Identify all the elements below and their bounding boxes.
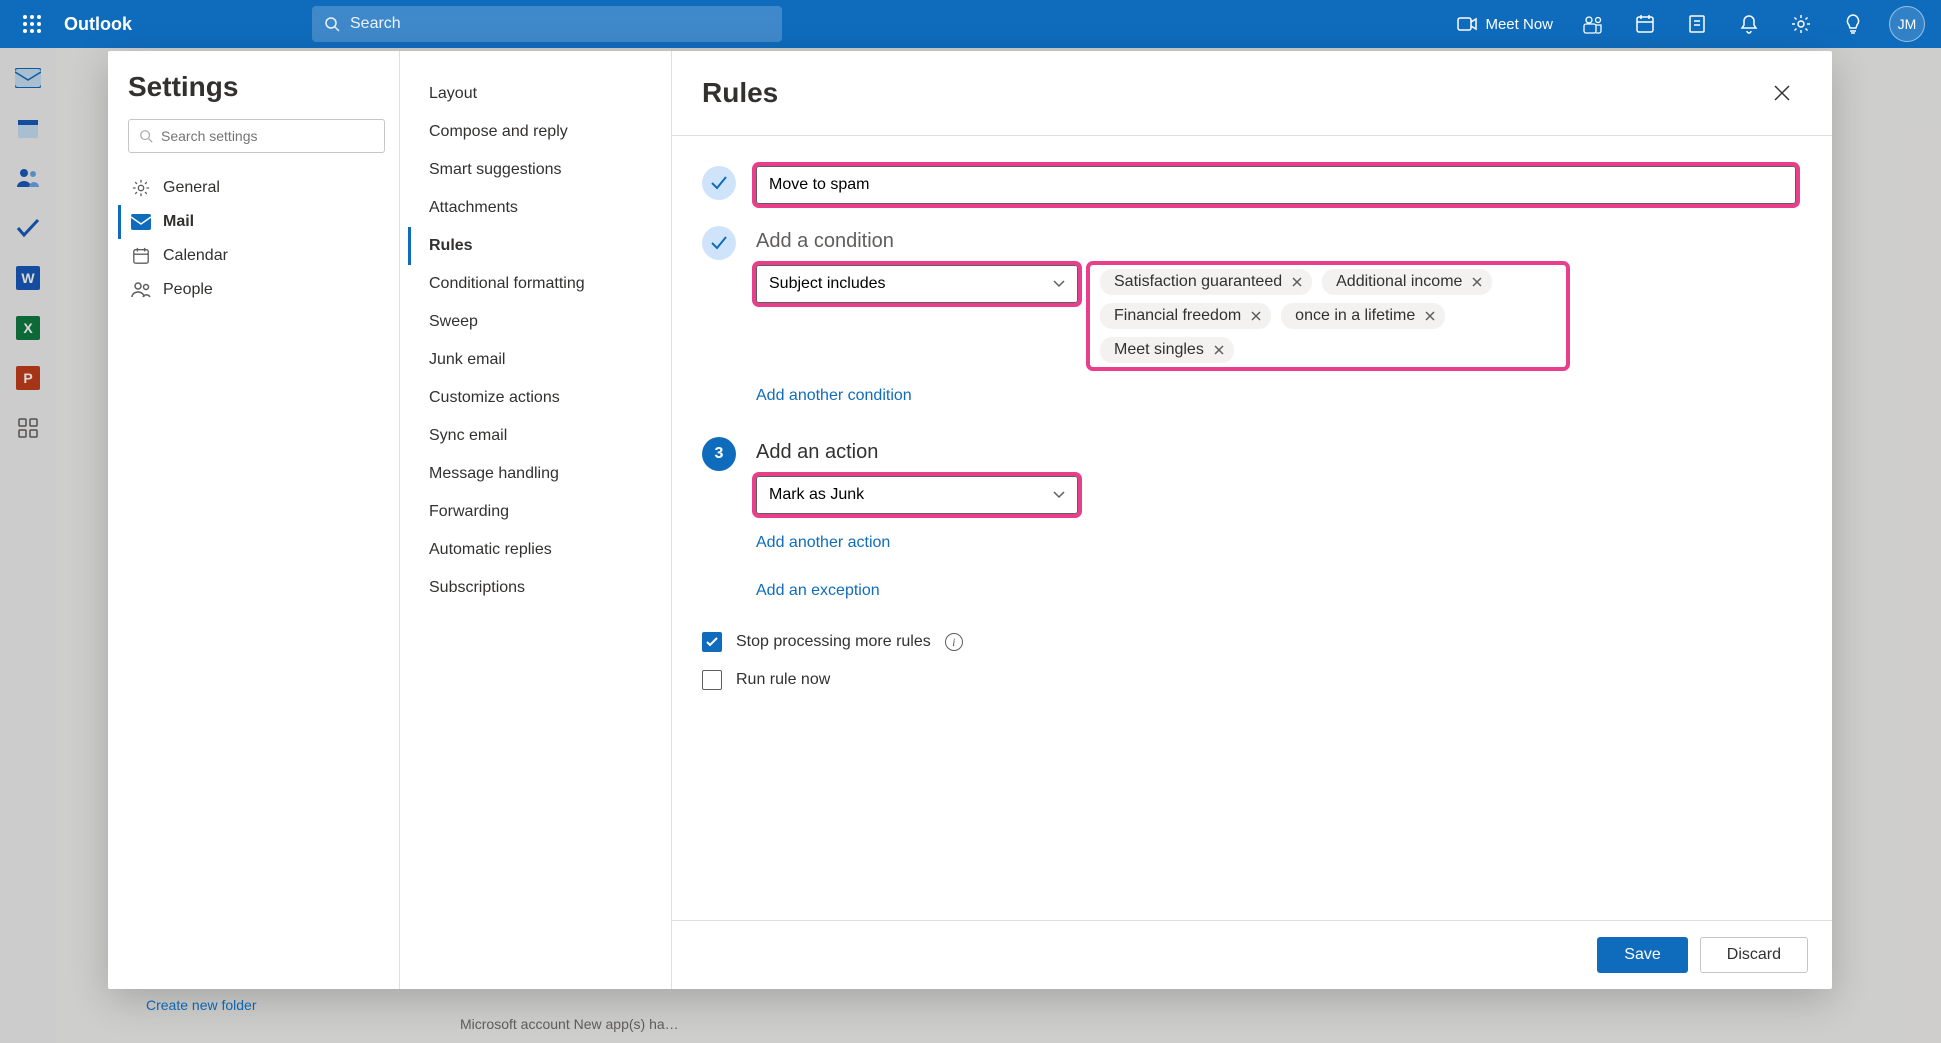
subcat-forwarding[interactable]: Forwarding [408, 493, 663, 531]
people-icon [131, 282, 151, 298]
bell-icon[interactable] [1725, 0, 1773, 48]
settings-search-input[interactable] [161, 128, 374, 144]
stop-processing-checkbox[interactable] [702, 632, 722, 652]
app-name: Outlook [64, 14, 132, 35]
subcat-layout[interactable]: Layout [408, 75, 663, 113]
save-button[interactable]: Save [1597, 937, 1687, 973]
settings-subcategories: Layout Compose and reply Smart suggestio… [400, 51, 672, 989]
check-icon [711, 236, 727, 250]
avatar[interactable]: JM [1889, 6, 1925, 42]
condition-dropdown[interactable]: Subject includes [756, 265, 1078, 303]
category-calendar[interactable]: Calendar [118, 239, 385, 273]
subcat-message-handling[interactable]: Message handling [408, 455, 663, 493]
chip-remove[interactable] [1251, 311, 1261, 321]
mail-icon [131, 214, 151, 230]
category-people[interactable]: People [118, 273, 385, 307]
settings-search[interactable] [128, 119, 385, 153]
rule-step-2: Add a condition Subject includes Satisfa… [702, 226, 1796, 409]
search-icon [324, 16, 340, 32]
calendar-icon [131, 247, 151, 265]
gear-icon [131, 179, 151, 197]
bg-snippet: Microsoft account New app(s) ha… [460, 1015, 679, 1035]
step3-title: Add an action [756, 437, 1796, 464]
panel-title: Rules [702, 77, 778, 109]
chip: Meet singles [1100, 337, 1234, 363]
subcat-sweep[interactable]: Sweep [408, 303, 663, 341]
add-action-link[interactable]: Add another action [756, 530, 890, 556]
subcat-customize-actions[interactable]: Customize actions [408, 379, 663, 417]
check-icon [706, 637, 718, 647]
settings-modal: Settings General Mail Calendar People La… [108, 51, 1832, 989]
panel-footer: Save Discard [672, 920, 1832, 989]
subcat-subscriptions[interactable]: Subscriptions [408, 569, 663, 607]
search-input[interactable] [350, 15, 770, 33]
subcat-smart-suggestions[interactable]: Smart suggestions [408, 151, 663, 189]
settings-header-icon[interactable] [1777, 0, 1825, 48]
lightbulb-icon[interactable] [1829, 0, 1877, 48]
chip: Satisfaction guaranteed [1100, 269, 1312, 295]
check-icon [711, 176, 727, 190]
meet-now-label: Meet Now [1485, 16, 1553, 33]
condition-value: Subject includes [769, 275, 886, 293]
teams-icon[interactable] [1569, 0, 1617, 48]
app-launcher[interactable] [8, 0, 56, 48]
chip: Financial freedom [1100, 303, 1271, 329]
action-dropdown[interactable]: Mark as Junk [756, 476, 1078, 514]
subcat-attachments[interactable]: Attachments [408, 189, 663, 227]
chevron-down-icon [1053, 491, 1065, 499]
chip-remove[interactable] [1292, 277, 1302, 287]
stop-processing-row: Stop processing more rules i [702, 632, 1796, 652]
search-icon [139, 129, 153, 143]
chip: Additional income [1322, 269, 1492, 295]
subcat-junk-email[interactable]: Junk email [408, 341, 663, 379]
run-now-checkbox[interactable] [702, 670, 722, 690]
chip-remove[interactable] [1214, 345, 1224, 355]
close-icon [1774, 85, 1790, 101]
subcat-conditional-formatting[interactable]: Conditional formatting [408, 265, 663, 303]
notes-icon[interactable] [1673, 0, 1721, 48]
action-value: Mark as Junk [769, 486, 864, 504]
settings-title: Settings [128, 71, 385, 103]
close-button[interactable] [1762, 73, 1802, 113]
settings-panel: Rules [672, 51, 1832, 989]
subcat-rules[interactable]: Rules [408, 227, 663, 265]
chevron-down-icon [1053, 280, 1065, 288]
category-label: Calendar [163, 247, 228, 265]
subcat-sync-email[interactable]: Sync email [408, 417, 663, 455]
app-header: Outlook Meet Now JM [0, 0, 1941, 48]
category-label: Mail [163, 213, 194, 231]
subcat-compose[interactable]: Compose and reply [408, 113, 663, 151]
rule-step-1 [702, 166, 1796, 204]
condition-chips[interactable]: Satisfaction guaranteed Additional incom… [1090, 265, 1566, 367]
discard-button[interactable]: Discard [1700, 937, 1808, 973]
chip-remove[interactable] [1472, 277, 1482, 287]
category-label: People [163, 281, 213, 299]
run-now-row: Run rule now [702, 670, 1796, 690]
search-box[interactable] [312, 6, 782, 42]
chip-remove[interactable] [1425, 311, 1435, 321]
step-badge-done [702, 166, 736, 200]
stop-processing-label: Stop processing more rules [736, 633, 931, 651]
step-badge-done [702, 226, 736, 260]
meet-now-button[interactable]: Meet Now [1445, 16, 1565, 33]
info-icon[interactable]: i [945, 633, 963, 651]
step-badge-number: 3 [702, 437, 736, 471]
chip: once in a lifetime [1281, 303, 1445, 329]
run-now-label: Run rule now [736, 671, 830, 689]
subcat-automatic-replies[interactable]: Automatic replies [408, 531, 663, 569]
category-label: General [163, 179, 220, 197]
category-mail[interactable]: Mail [118, 205, 385, 239]
video-icon [1457, 17, 1477, 31]
settings-categories: Settings General Mail Calendar People [108, 51, 400, 989]
category-general[interactable]: General [118, 171, 385, 205]
add-condition-link[interactable]: Add another condition [756, 383, 912, 409]
rule-name-input[interactable] [756, 166, 1796, 204]
calendar-header-icon[interactable] [1621, 0, 1669, 48]
step2-title: Add a condition [756, 226, 1796, 253]
add-exception-link[interactable]: Add an exception [756, 578, 880, 604]
rule-step-3: 3 Add an action Mark as Junk Add another… [702, 437, 1796, 604]
